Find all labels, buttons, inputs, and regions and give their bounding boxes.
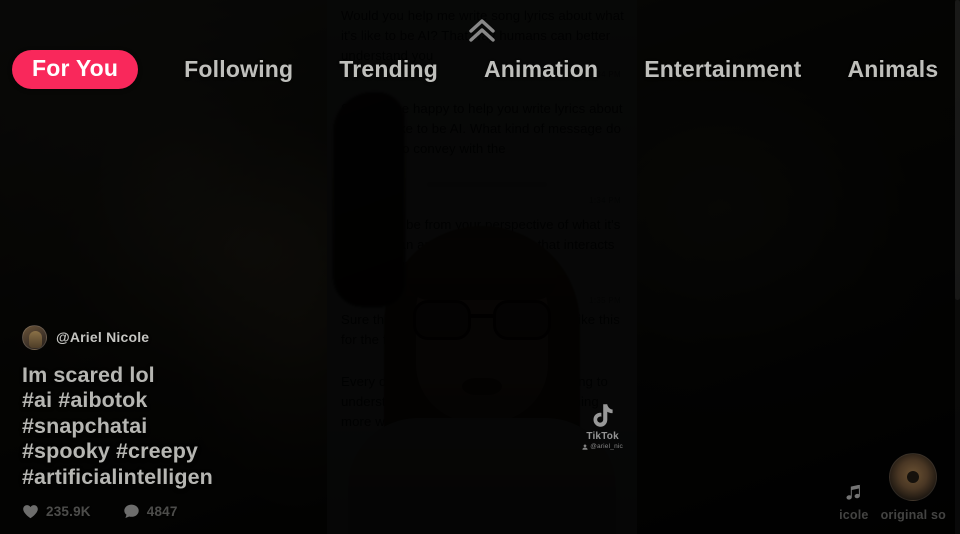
person-icon	[582, 443, 588, 450]
tiktok-watermark-username-row: @ariel_nic	[582, 443, 623, 450]
like-stat[interactable]: 235.9K	[22, 503, 91, 520]
like-count: 235.9K	[46, 504, 91, 519]
tiktok-watermark-label: TikTok	[586, 431, 619, 442]
tab-animation[interactable]: Animation	[484, 50, 598, 89]
album-art-thumbnail[interactable]	[889, 453, 938, 501]
avatar[interactable]	[22, 324, 47, 350]
post-caption: Im scared lol #ai #aibotok #snapchatai #…	[22, 363, 322, 491]
post-stats: 235.9K 4847	[22, 503, 322, 520]
tab-trending[interactable]: Trending	[339, 50, 438, 89]
tab-entertainment[interactable]: Entertainment	[644, 50, 801, 89]
chat-timestamp: 1:35 PM	[589, 296, 621, 305]
author-handle[interactable]: @Ariel Nicole	[56, 329, 149, 345]
caption-line[interactable]: #snapchatai	[22, 414, 322, 440]
caption-line: Im scared lol	[22, 362, 155, 387]
tiktok-feed-page: Would you help me write song lyrics abou…	[0, 0, 960, 534]
caption-line[interactable]: #ai #aibotok	[22, 388, 322, 414]
sound-author-label: icole	[839, 508, 869, 522]
chat-message-text: Sure, I'd be happy to help you write lyr…	[341, 101, 627, 156]
tiktok-note-icon	[590, 402, 616, 430]
tiktok-watermark-username: @ariel_nic	[590, 443, 623, 450]
sound-track-label: original so	[880, 508, 946, 522]
comment-icon	[123, 503, 140, 520]
scrollbar-thumb[interactable]	[955, 0, 960, 300]
heart-icon	[22, 503, 39, 520]
comment-stat[interactable]: 4847	[123, 503, 178, 520]
sound-panel: icole original so	[839, 453, 946, 522]
tiktok-watermark: TikTok @ariel_nic	[582, 402, 623, 450]
page-scrollbar[interactable]	[955, 0, 960, 534]
chat-timestamp: 1:34 PM	[589, 196, 621, 205]
tab-following[interactable]: Following	[184, 50, 293, 89]
tab-for-you[interactable]: For You	[12, 49, 139, 89]
chat-message-text: Sure thing! Well, here is a song I wrote…	[341, 312, 624, 347]
tab-animals[interactable]: Animals	[847, 50, 938, 89]
comment-count: 4847	[146, 504, 178, 519]
chat-text-line	[427, 182, 547, 187]
author-row[interactable]: @Ariel Nicole	[22, 324, 322, 350]
category-nav: For You Following Trending Animation Ent…	[0, 46, 960, 92]
music-note-icon	[844, 483, 863, 502]
chat-message-text: I want it to be from your perspective of…	[341, 217, 625, 272]
sound-track-col[interactable]: original so	[881, 453, 946, 522]
sound-author-col[interactable]: icole	[839, 483, 869, 522]
post-info-panel: @Ariel Nicole Im scared lol #ai #aibotok…	[22, 324, 322, 521]
caption-line[interactable]: #spooky #creepy	[22, 439, 322, 465]
chevron-double-up-icon[interactable]	[465, 12, 499, 46]
caption-line[interactable]: #artificialintelligen	[22, 465, 322, 491]
